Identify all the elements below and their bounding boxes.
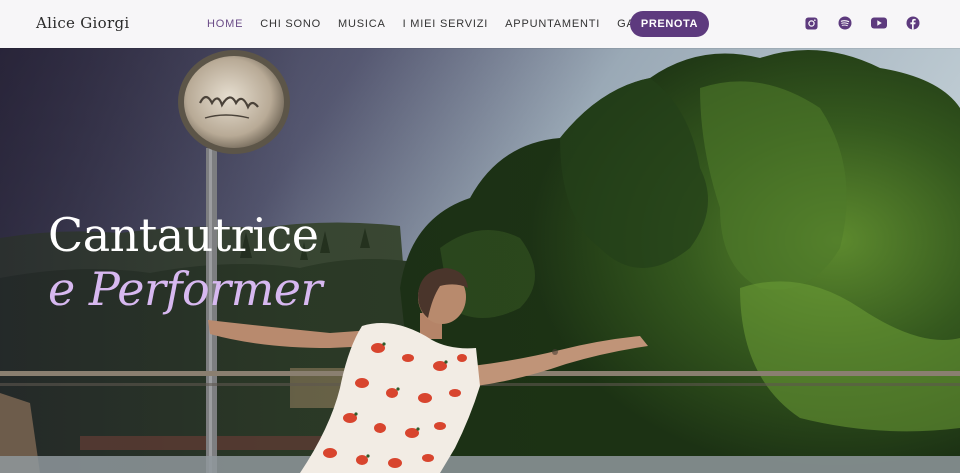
site-logo[interactable]: Alice Giorgi (36, 14, 129, 32)
site-header: Alice Giorgi HOME CHI SONO MUSICA I MIEI… (0, 0, 960, 48)
nav-item-home[interactable]: HOME (207, 18, 243, 30)
hero-section: Cantautrice e Performer (0, 48, 960, 473)
prenota-button[interactable]: PRENOTA (630, 11, 709, 37)
nav-item-servizi[interactable]: I MIEI SERVIZI (403, 18, 489, 30)
nav-item-appuntamenti[interactable]: APPUNTAMENTI (505, 18, 600, 30)
instagram-icon[interactable] (802, 14, 820, 32)
hero-title: Cantautrice e Performer (48, 208, 322, 316)
facebook-icon[interactable] (904, 14, 922, 32)
hero-title-line1: Cantautrice (48, 208, 319, 262)
main-nav: HOME CHI SONO MUSICA I MIEI SERVIZI APPU… (207, 0, 694, 48)
nav-item-chi-sono[interactable]: CHI SONO (260, 18, 321, 30)
youtube-icon[interactable] (870, 14, 888, 32)
social-links (802, 14, 938, 32)
spotify-icon[interactable] (836, 14, 854, 32)
hero-title-line2: e Performer (48, 262, 322, 316)
nav-item-musica[interactable]: MUSICA (338, 18, 386, 30)
